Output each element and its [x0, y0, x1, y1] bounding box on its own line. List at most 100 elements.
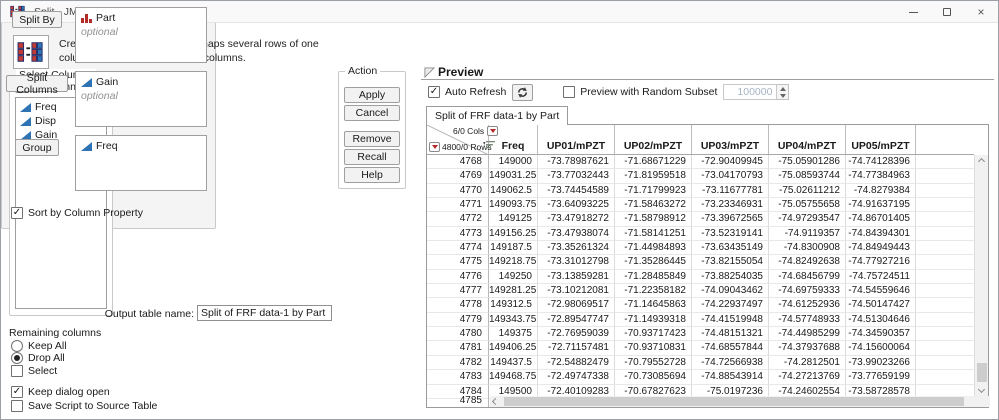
- cell[interactable]: -72.49747338: [538, 370, 615, 385]
- column-header-up05/mpzt[interactable]: UP05/mPZT: [846, 125, 916, 154]
- cell[interactable]: -74.22937497: [692, 298, 769, 313]
- cell[interactable]: 149218.75: [489, 255, 538, 270]
- table-row[interactable]: 4773 149156.25 -73.47938074 -71.58141251 -73…: [427, 226, 974, 242]
- select-checkbox[interactable]: [11, 365, 23, 377]
- cell[interactable]: -73.35261324: [538, 241, 615, 256]
- cols-red-triangle-icon[interactable]: [487, 126, 499, 136]
- column-header-up04/mpzt[interactable]: UP04/mPZT: [769, 125, 846, 154]
- table-row[interactable]: 4768 149000 -73.78987621 -71.68671229 -72.90…: [427, 155, 974, 170]
- table-row[interactable]: 4783 149468.75 -72.49747338 -70.73085694 -74…: [427, 370, 974, 385]
- column-item-freq[interactable]: Freq: [80, 139, 206, 153]
- cell[interactable]: -74.72566938: [692, 355, 769, 371]
- cell[interactable]: -72.90409945: [692, 155, 769, 170]
- cell[interactable]: -73.78987621: [538, 155, 615, 170]
- table-row[interactable]: 4771 149093.75 -73.64093225 -71.58463272 -73…: [427, 198, 974, 213]
- row-number[interactable]: 4771: [427, 198, 489, 213]
- cell[interactable]: -74.74128396: [846, 155, 916, 170]
- table-row[interactable]: 4780 149375 -72.76959039 -70.93717423 -74.48…: [427, 327, 974, 342]
- cell[interactable]: -75.02611212: [769, 183, 846, 199]
- column-header-up01/mpzt[interactable]: UP01/mPZT: [538, 125, 615, 154]
- cell[interactable]: -70.79552728: [615, 355, 692, 371]
- cell[interactable]: -74.69759333: [769, 284, 846, 299]
- cell[interactable]: -72.89547747: [538, 312, 615, 328]
- column-item-gain[interactable]: Gain: [80, 75, 206, 89]
- table-row[interactable]: 4782 149437.5 -72.54882479 -70.79552728 -74.…: [427, 355, 974, 371]
- row-number[interactable]: 4772: [427, 212, 489, 227]
- cell[interactable]: -74.91637195: [846, 198, 916, 213]
- vertical-scrollbar[interactable]: [974, 155, 988, 396]
- cell[interactable]: -74.61252936: [769, 298, 846, 313]
- cell[interactable]: -74.77927216: [846, 255, 916, 270]
- partial-row[interactable]: 4785: [427, 396, 998, 407]
- row-number[interactable]: 4768: [427, 155, 489, 170]
- cell[interactable]: -74.37937688: [769, 341, 846, 356]
- drop-all-radio[interactable]: [11, 352, 23, 364]
- tab-split-output[interactable]: Split of FRF data-1 by Part: [426, 106, 569, 125]
- cell[interactable]: -74.34590357: [846, 327, 916, 342]
- row-number[interactable]: 4773: [427, 226, 489, 242]
- column-item-part[interactable]: Part: [80, 11, 206, 25]
- cell[interactable]: -74.48151321: [692, 327, 769, 342]
- cell[interactable]: 149468.75: [489, 370, 538, 385]
- cell[interactable]: -73.13859281: [538, 269, 615, 285]
- table-row[interactable]: 4769 149031.25 -73.77032443 -71.81959518 -73…: [427, 169, 974, 184]
- scroll-up-icon[interactable]: [977, 157, 986, 166]
- cell[interactable]: -74.44985299: [769, 327, 846, 342]
- row-number[interactable]: 4779: [427, 312, 489, 328]
- cell[interactable]: 149125: [489, 212, 538, 227]
- cell[interactable]: -73.64093225: [538, 198, 615, 213]
- table-row[interactable]: 4776 149250 -73.13859281 -71.28485849 -73.88…: [427, 269, 974, 285]
- table-row[interactable]: 4779 149343.75 -72.89547747 -71.14939318 -74…: [427, 312, 974, 328]
- scroll-right-icon[interactable]: [994, 397, 998, 406]
- cell[interactable]: -70.73085694: [615, 370, 692, 385]
- row-number[interactable]: 4775: [427, 255, 489, 270]
- cell[interactable]: -73.88254035: [692, 269, 769, 285]
- split-columns-button[interactable]: Split Columns: [6, 72, 68, 96]
- random-subset-checkbox[interactable]: [563, 86, 576, 98]
- table-row[interactable]: 4772 149125 -73.47918272 -71.58798912 -73.39…: [427, 212, 974, 227]
- minimize-button[interactable]: [896, 1, 930, 23]
- row-number[interactable]: 4770: [427, 183, 489, 199]
- table-row[interactable]: 4777 149281.25 -73.10212081 -71.22358182 -74…: [427, 284, 974, 299]
- cell[interactable]: 149062.5: [489, 183, 538, 199]
- cell[interactable]: 149000: [489, 155, 538, 170]
- cell[interactable]: -71.71799923: [615, 183, 692, 199]
- cell[interactable]: -73.99023266: [846, 355, 916, 371]
- cell[interactable]: -74.57748933: [769, 312, 846, 328]
- cell[interactable]: -73.74454589: [538, 183, 615, 199]
- cell[interactable]: -74.51304646: [846, 312, 916, 328]
- row-number[interactable]: 4785: [427, 396, 489, 407]
- cell[interactable]: -71.44984893: [615, 241, 692, 256]
- table-row[interactable]: 4775 149218.75 -73.31012798 -71.35286445 -73…: [427, 255, 974, 270]
- cell[interactable]: -72.98069517: [538, 298, 615, 313]
- cell[interactable]: -73.77659199: [846, 370, 916, 385]
- row-number[interactable]: 4776: [427, 269, 489, 285]
- cell[interactable]: -73.23346931: [692, 198, 769, 213]
- columns-info[interactable]: 6/0 Cols: [453, 126, 499, 136]
- split-by-box[interactable]: Part optional: [75, 7, 207, 63]
- cell[interactable]: 149281.25: [489, 284, 538, 299]
- cell[interactable]: -73.31012798: [538, 255, 615, 270]
- horizontal-scrollbar[interactable]: [490, 396, 998, 407]
- cell[interactable]: -71.58798912: [615, 212, 692, 227]
- cell[interactable]: -74.68456799: [769, 269, 846, 285]
- table-row[interactable]: 4781 149406.25 -72.71157481 -70.93710831 -74…: [427, 341, 974, 356]
- cell[interactable]: -74.75724511: [846, 269, 916, 285]
- cell[interactable]: -71.22358182: [615, 284, 692, 299]
- spinner-stepper[interactable]: [777, 84, 790, 100]
- row-number[interactable]: 4769: [427, 169, 489, 184]
- table-row[interactable]: 4770 149062.5 -73.74454589 -71.71799923 -73.…: [427, 183, 974, 199]
- cell[interactable]: 149375: [489, 327, 538, 342]
- cell[interactable]: -74.41519948: [692, 312, 769, 328]
- select-columns-list[interactable]: FreqDispGainPart: [15, 97, 107, 309]
- select-option[interactable]: Select: [11, 365, 57, 377]
- cell[interactable]: -74.86701405: [846, 212, 916, 227]
- row-number[interactable]: 4778: [427, 298, 489, 313]
- group-box[interactable]: Freq: [75, 135, 207, 191]
- cell[interactable]: -71.58141251: [615, 226, 692, 242]
- cell[interactable]: -71.68671229: [615, 155, 692, 170]
- save-script-option[interactable]: Save Script to Source Table: [11, 400, 157, 412]
- cell[interactable]: -74.68557844: [692, 341, 769, 356]
- table-row[interactable]: 4778 149312.5 -72.98069517 -71.14645863 -74.…: [427, 298, 974, 313]
- cell[interactable]: 149312.5: [489, 298, 538, 313]
